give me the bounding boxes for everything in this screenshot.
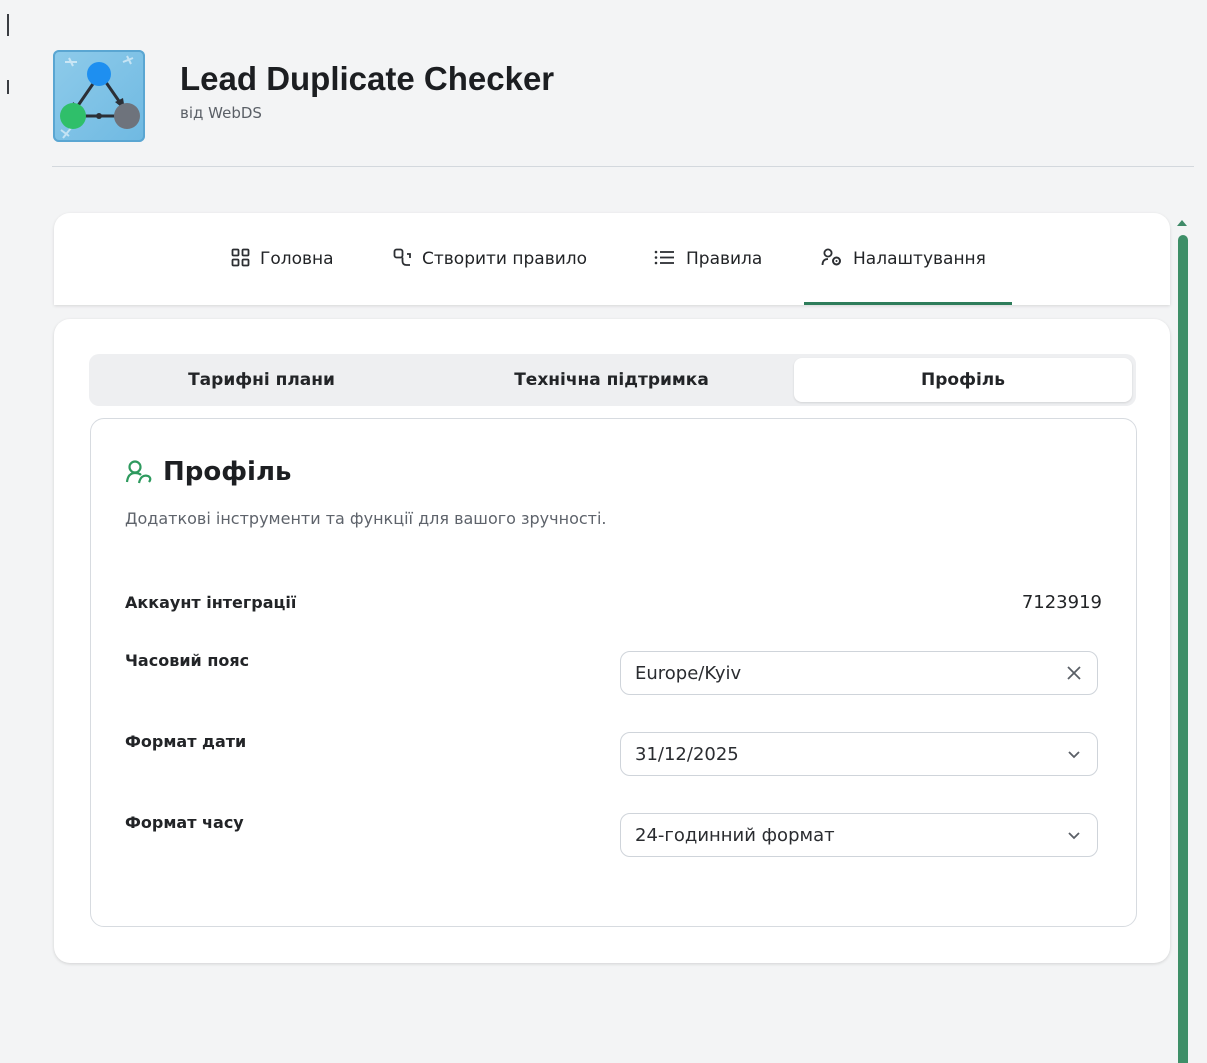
subtab-tech-support[interactable]: Технічна підтримка	[439, 354, 784, 406]
settings-subtabs: Тарифні плани Технічна підтримка Профіль	[89, 354, 1136, 406]
create-rule-icon	[393, 248, 412, 271]
user-settings-icon	[821, 248, 843, 271]
account-label: Аккаунт інтеграції	[125, 593, 297, 612]
app-vendor: від WebDS	[180, 104, 262, 122]
tab-settings[interactable]: Налаштування	[821, 243, 986, 275]
profile-panel: Профіль Додаткові інструменти та функції…	[90, 418, 1137, 927]
network-triangle-icon	[53, 50, 145, 142]
profile-heading: Профіль	[125, 457, 291, 487]
timezone-select[interactable]: Europe/Kyiv	[620, 651, 1098, 695]
date-format-label: Формат дати	[125, 732, 247, 751]
list-icon	[654, 248, 676, 271]
time-format-select[interactable]: 24-годинний формат	[620, 813, 1098, 857]
tab-home[interactable]: Головна	[231, 243, 334, 275]
account-value: 7123919	[1021, 592, 1102, 613]
timezone-label: Часовий пояс	[125, 651, 250, 670]
tab-create-rule[interactable]: Створити правило	[393, 243, 587, 275]
top-nav: Головна Створити правило Правила Налашту…	[54, 213, 1170, 305]
time-format-value: 24-годинний формат	[635, 825, 835, 846]
date-format-select[interactable]: 31/12/2025	[620, 732, 1098, 776]
clear-icon[interactable]	[1065, 664, 1083, 682]
app-title: Lead Duplicate Checker	[180, 60, 555, 97]
dashboard-grid-icon	[231, 248, 250, 271]
tab-rules-label: Правила	[686, 249, 763, 269]
timezone-value: Europe/Kyiv	[635, 663, 742, 684]
subtab-pricing-plans[interactable]: Тарифні плани	[89, 354, 434, 406]
tab-create-rule-label: Створити правило	[422, 249, 588, 269]
subtab-profile[interactable]: Профіль	[794, 358, 1132, 402]
users-icon	[125, 459, 153, 485]
tab-rules[interactable]: Правила	[654, 243, 762, 275]
app-root: Lead Duplicate Checker від WebDS Головна	[0, 0, 1207, 1063]
subtab-pricing-plans-label: Тарифні плани	[188, 370, 335, 390]
scrollbar-thumb[interactable]	[1178, 235, 1188, 1063]
chevron-down-icon	[1065, 745, 1083, 763]
active-tab-indicator	[804, 302, 1012, 305]
window-edge-mark	[7, 14, 9, 36]
subtab-tech-support-label: Технічна підтримка	[514, 370, 709, 390]
tab-settings-label: Налаштування	[853, 249, 986, 269]
time-format-label: Формат часу	[125, 813, 244, 832]
settings-card: Тарифні плани Технічна підтримка Профіль…	[54, 319, 1170, 963]
profile-heading-text: Профіль	[163, 457, 292, 487]
subtab-profile-label: Профіль	[921, 370, 1005, 390]
window-edge-mark	[7, 80, 9, 94]
profile-description: Додаткові інструменти та функції для ваш…	[125, 509, 607, 528]
app-header: Lead Duplicate Checker від WebDS	[52, 48, 1194, 167]
chevron-down-icon	[1065, 826, 1083, 844]
scroll-up-arrow[interactable]	[1177, 220, 1187, 226]
tab-home-label: Головна	[260, 249, 334, 269]
date-format-value: 31/12/2025	[635, 744, 739, 765]
